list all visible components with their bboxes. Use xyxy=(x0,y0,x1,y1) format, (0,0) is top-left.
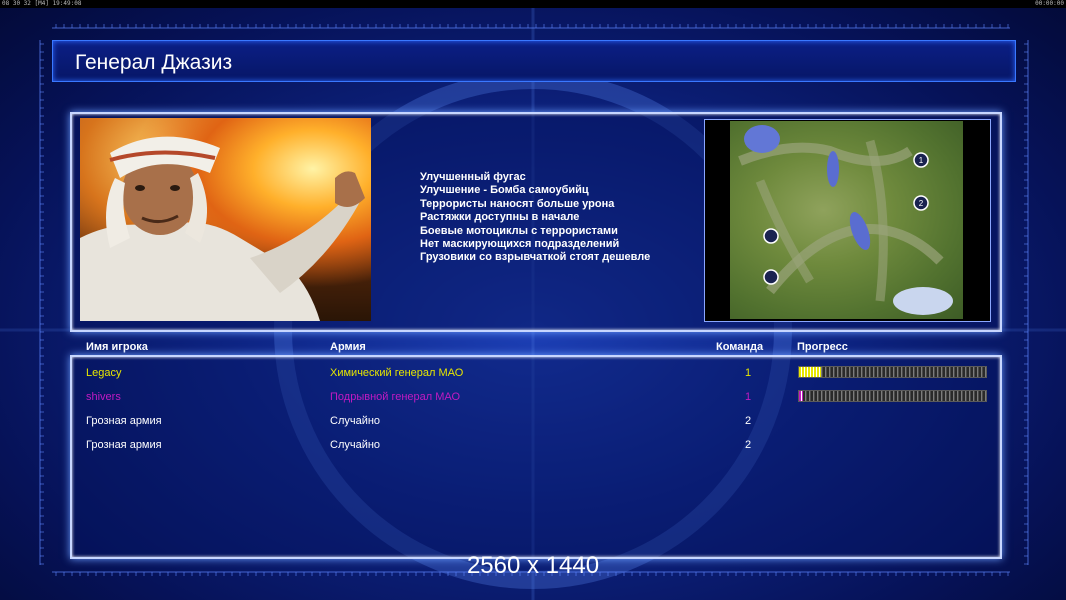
start-position-icon: 1 xyxy=(913,152,929,168)
players-panel xyxy=(70,355,1002,559)
resolution-watermark: 2560 x 1440 xyxy=(466,552,600,579)
player-army: Химический генерал МАО xyxy=(330,367,464,379)
player-team: 2 xyxy=(745,415,752,427)
svg-text:1: 1 xyxy=(919,156,924,165)
player-name: Legacy xyxy=(86,367,122,379)
col-header-progress: Прогресс xyxy=(797,341,848,353)
feature-item: Террористы наносят больше урона xyxy=(420,197,615,210)
feature-item: Улучшение - Бомба самоубийц xyxy=(420,184,589,197)
minimap[interactable]: 1 2 xyxy=(730,121,963,319)
progress-bar xyxy=(798,390,987,402)
col-header-name: Имя игрока xyxy=(86,341,148,353)
player-name: Грозная армия xyxy=(86,439,162,451)
progress-fill xyxy=(799,367,822,377)
status-bar: 08 30 32 [M4] 19:49:08 00:00:00 xyxy=(0,0,1066,8)
player-name: shivers xyxy=(86,391,121,403)
feature-item: Нет маскирующихся подразделений xyxy=(420,238,620,251)
player-team: 2 xyxy=(745,439,752,451)
status-left: 08 30 32 [M4] 19:49:08 xyxy=(2,0,82,7)
col-header-army: Армия xyxy=(330,341,366,353)
player-army: Случайно xyxy=(330,439,381,451)
player-team: 1 xyxy=(745,367,752,379)
player-army: Случайно xyxy=(330,415,381,427)
title-bar: Генерал Джазиз xyxy=(52,40,1016,82)
feature-item: Боевые мотоциклы с террористами xyxy=(420,224,618,237)
start-position-icon xyxy=(763,269,779,285)
status-right: 00:00:00 xyxy=(1035,0,1064,7)
player-army: Подрывной генерал МАО xyxy=(330,391,461,403)
start-position-icon: 2 xyxy=(913,195,929,211)
svg-text:2: 2 xyxy=(919,199,924,208)
general-title: Генерал Джазиз xyxy=(75,51,233,74)
feature-item: Улучшенный фугас xyxy=(420,171,526,183)
start-position-icon xyxy=(763,228,779,244)
player-name: Грозная армия xyxy=(86,415,162,427)
progress-bar xyxy=(798,366,987,378)
general-portrait xyxy=(80,118,371,321)
feature-item: Грузовики со взрывчаткой стоят дешевле xyxy=(420,251,651,264)
general-features-list: Улучшенный фугас Улучшение - Бомба самоу… xyxy=(420,171,650,265)
player-team: 1 xyxy=(745,391,752,403)
col-header-team: Команда xyxy=(716,341,764,353)
feature-item: Растяжки доступны в начале xyxy=(420,211,580,224)
progress-fill xyxy=(799,391,803,401)
